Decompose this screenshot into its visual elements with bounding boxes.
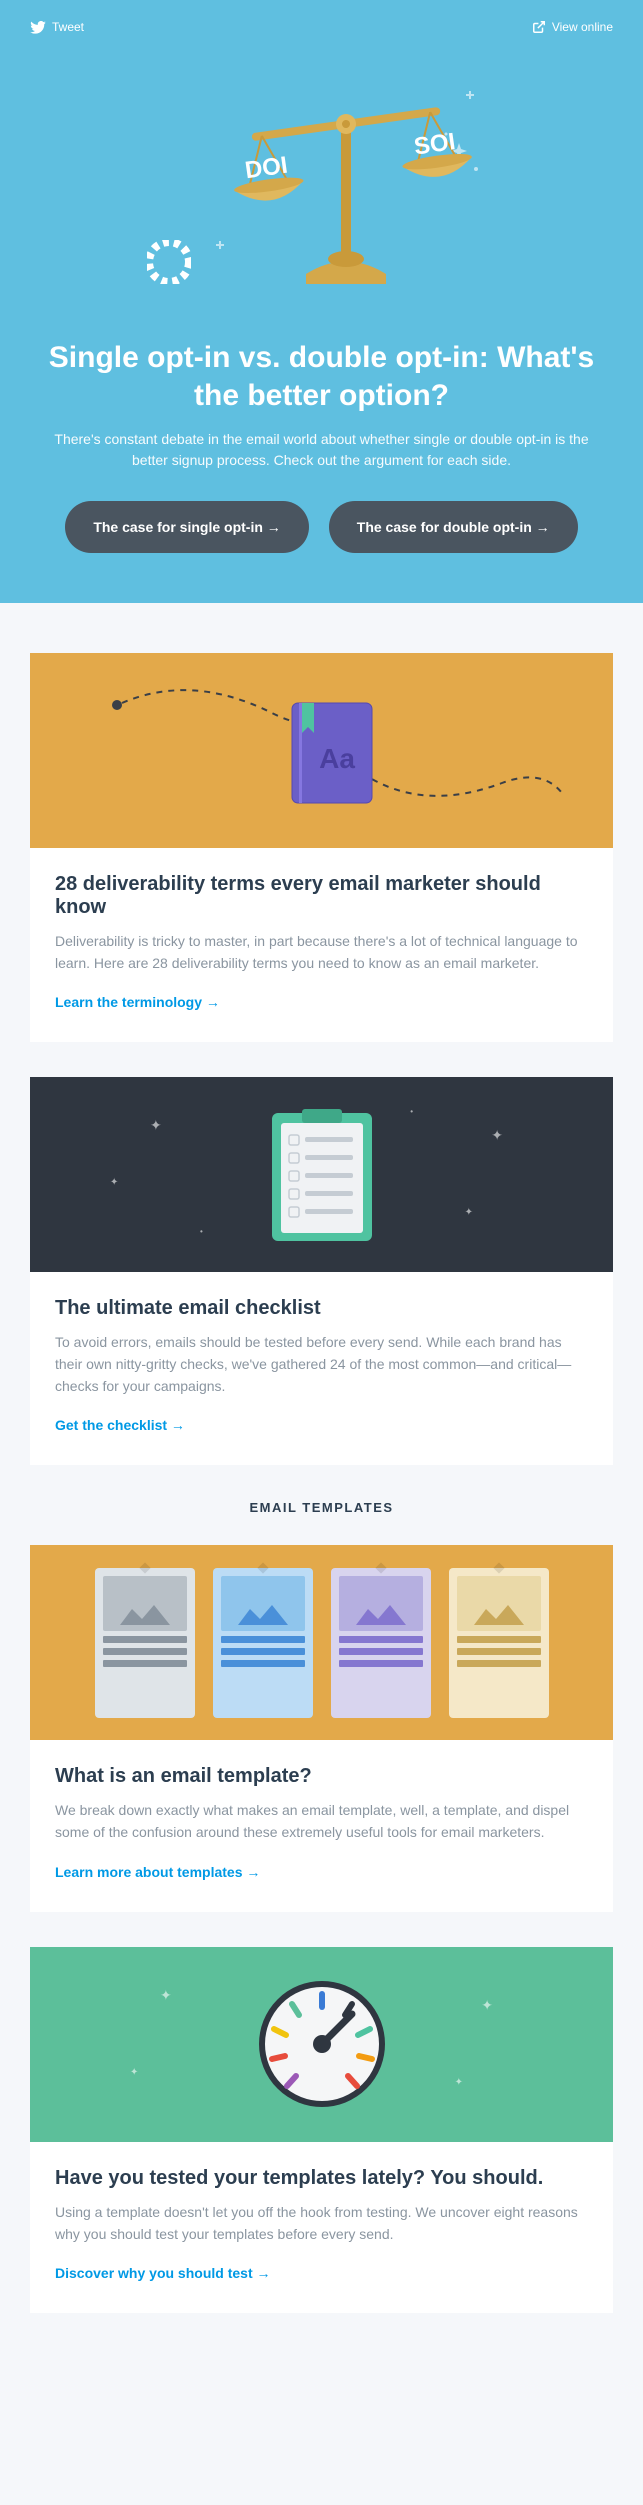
scales-illustration: DOI SOI: [196, 74, 496, 294]
section-label-templates: EMAIL TEMPLATES: [30, 1500, 613, 1515]
card-body-text: Deliverability is tricky to master, in p…: [55, 931, 588, 974]
tweet-label: Tweet: [52, 20, 84, 34]
topbar: Tweet View online: [30, 20, 613, 34]
card-body-text: We break down exactly what makes an emai…: [55, 1800, 588, 1843]
learn-terminology-link[interactable]: Learn the terminology →: [55, 994, 220, 1010]
card-illustration-gauge: ✦ ✦ ✦ ✦: [30, 1947, 613, 2142]
card-illustration-templates: [30, 1545, 613, 1740]
hero-buttons: The case for single opt-in → The case fo…: [30, 501, 613, 553]
card-title: Have you tested your templates lately? Y…: [55, 2167, 588, 2190]
card-title: The ultimate email checklist: [55, 1297, 588, 1320]
tweet-link[interactable]: Tweet: [30, 20, 84, 34]
get-checklist-link[interactable]: Get the checklist →: [55, 1417, 185, 1433]
single-optin-button[interactable]: The case for single opt-in →: [65, 501, 308, 553]
external-link-icon: [532, 20, 546, 34]
brand-logo-icon: [147, 240, 191, 284]
hero-subtitle: There's constant debate in the email wor…: [30, 429, 613, 471]
soi-label: SOI: [412, 128, 457, 160]
discover-test-link[interactable]: Discover why you should test →: [55, 2265, 271, 2281]
view-online-label: View online: [552, 20, 613, 34]
card-body-text: Using a template doesn't let you off the…: [55, 2202, 588, 2245]
card-what-is-template: What is an email template? We break down…: [30, 1545, 613, 1911]
card-title: 28 deliverability terms every email mark…: [55, 873, 588, 919]
card-title: What is an email template?: [55, 1765, 588, 1788]
card-illustration-checklist: ✦ ✦ ✦ ✦ • •: [30, 1077, 613, 1272]
hero-title: Single opt-in vs. double opt-in: What's …: [30, 339, 613, 414]
card-test-templates: ✦ ✦ ✦ ✦: [30, 1947, 613, 2313]
view-online-link[interactable]: View online: [532, 20, 613, 34]
articles-section: Aa 28 deliverability terms every email m…: [0, 603, 643, 2368]
twitter-icon: [30, 21, 46, 34]
hero-section: Tweet View online: [0, 0, 643, 603]
double-optin-button[interactable]: The case for double opt-in →: [329, 501, 578, 553]
card-email-checklist: ✦ ✦ ✦ ✦ • •: [30, 1077, 613, 1465]
card-body-text: To avoid errors, emails should be tested…: [55, 1332, 588, 1397]
learn-templates-link[interactable]: Learn more about templates →: [55, 1864, 260, 1880]
card-illustration-book: Aa: [30, 653, 613, 848]
svg-text:Aa: Aa: [319, 743, 355, 774]
card-deliverability-terms: Aa 28 deliverability terms every email m…: [30, 653, 613, 1042]
